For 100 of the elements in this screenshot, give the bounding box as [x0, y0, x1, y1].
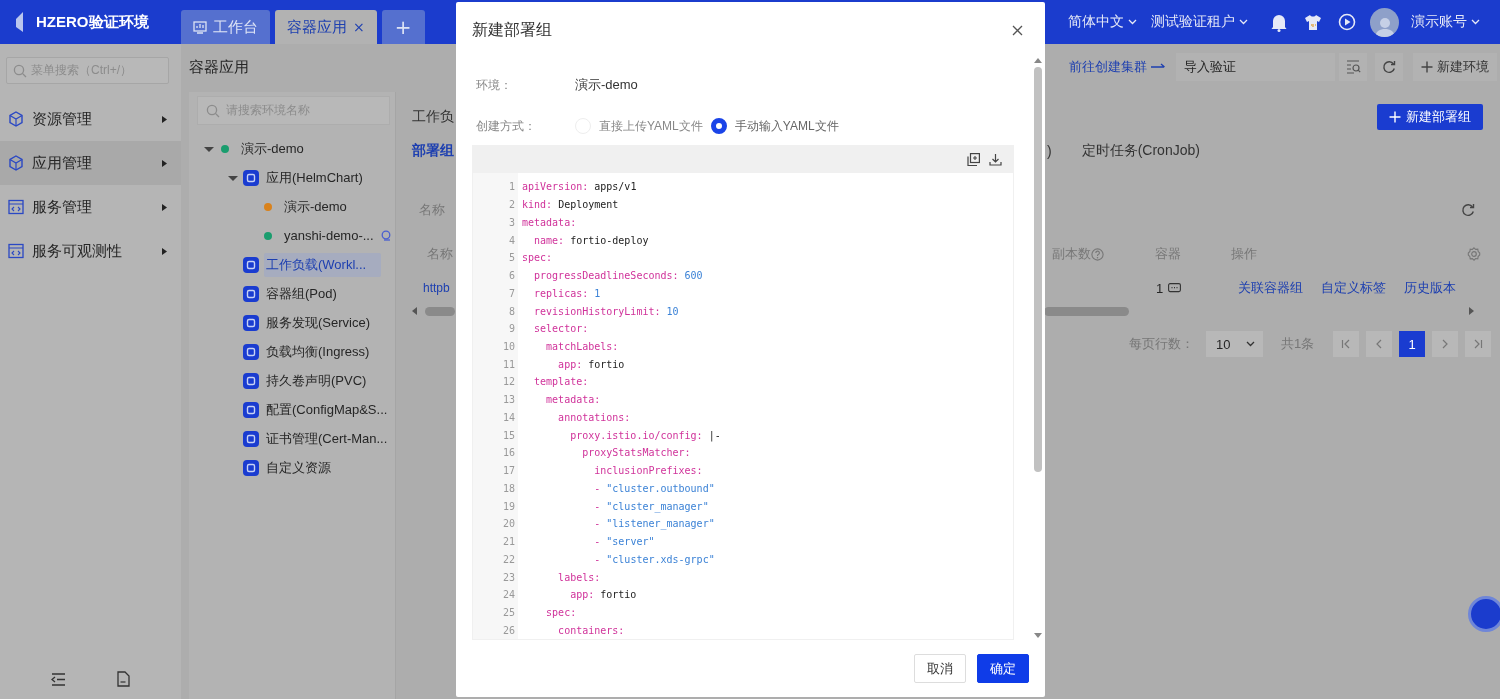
menu-item[interactable]: 应用管理: [0, 141, 181, 185]
tree-item[interactable]: 负载均衡(Ingress): [264, 339, 372, 364]
bell-icon[interactable]: [1270, 12, 1288, 32]
action-link[interactable]: 历史版本: [1404, 279, 1457, 297]
header-tab[interactable]: +: [381, 10, 425, 44]
line-number: 10: [501, 340, 515, 352]
shirt-icon[interactable]: [1304, 13, 1322, 31]
line-number: 26: [501, 624, 515, 636]
tenant-select[interactable]: 测试验证租户: [1151, 13, 1248, 31]
collapse-menu-icon[interactable]: [50, 672, 66, 686]
radio-option[interactable]: 直接上传YAML文件: [575, 117, 703, 135]
code-line: annotations:: [557, 411, 631, 423]
code-line: app: fortio: [569, 589, 637, 601]
tree-item[interactable]: 工作负载(Workl...: [264, 252, 382, 277]
tree-item[interactable]: 容器组(Pod): [264, 281, 339, 306]
resource-icon: [243, 343, 259, 360]
search-list-icon: [1345, 60, 1361, 74]
code-line: revisionHistoryLimit: 10: [533, 305, 679, 317]
cube-icon: [8, 155, 24, 171]
copy-icon[interactable]: [967, 153, 980, 166]
document-icon[interactable]: [117, 671, 131, 687]
field-label: 环境：: [475, 76, 513, 94]
tree-item[interactable]: 应用(HelmChart): [264, 165, 365, 190]
help-icon: [1091, 247, 1104, 261]
scrollbar-thumb[interactable]: [1034, 67, 1042, 472]
refresh-icon[interactable]: [1461, 203, 1475, 217]
action-link[interactable]: 自定义标签: [1321, 279, 1387, 297]
scrollbar-thumb[interactable]: [1044, 306, 1129, 316]
line-number: 20: [501, 518, 515, 530]
plus-icon: [1421, 61, 1433, 73]
scrollbar-thumb[interactable]: [425, 306, 455, 316]
last-page-icon: [1473, 339, 1484, 349]
name-link[interactable]: httpb: [423, 281, 450, 295]
tree-item[interactable]: 演示-demo: [282, 194, 349, 219]
action-link[interactable]: 关联容器组: [1238, 279, 1304, 297]
floating-help-button[interactable]: [1468, 596, 1500, 632]
line-number: 16: [501, 447, 515, 459]
create-cluster-link[interactable]: 前往创建集群: [1069, 58, 1166, 76]
line-number: 25: [501, 607, 515, 618]
workload-tab[interactable]: 部署组: [412, 142, 454, 160]
expand-arrow-icon: [162, 115, 167, 123]
radio-option[interactable]: 手动输入YAML文件: [710, 117, 839, 135]
workload-tab[interactable]: ): [1047, 143, 1052, 159]
resource-icon: [243, 256, 259, 273]
code-line: apiVersion: apps/v1: [522, 181, 637, 193]
tree-item[interactable]: 自定义资源: [264, 455, 333, 480]
header-tab[interactable]: 容器应用 ×: [275, 10, 377, 44]
language-select[interactable]: 简体中文: [1068, 13, 1137, 31]
code-line: - "cluster_manager": [593, 500, 709, 512]
header-tab[interactable]: 工作台: [181, 10, 270, 44]
tree-item[interactable]: yanshi-demo-...: [282, 225, 376, 246]
tree-item[interactable]: 配置(ConfigMap&S...: [264, 397, 390, 422]
line-number: 7: [507, 287, 515, 299]
search-icon: [13, 63, 27, 78]
cancel-button[interactable]: 取消: [914, 654, 966, 683]
app-title: HZERO验证环境: [36, 12, 149, 32]
line-number: 13: [501, 394, 515, 406]
line-number: 5: [507, 252, 515, 264]
menu-item[interactable]: 服务管理: [0, 185, 181, 229]
monitor-icon: [193, 20, 207, 34]
close-icon[interactable]: ×: [353, 19, 365, 35]
line-number: 19: [501, 500, 515, 512]
close-icon: [1012, 24, 1023, 36]
line-number: 22: [501, 553, 515, 565]
user-menu[interactable]: 演示账号: [1411, 13, 1480, 31]
code-line: inclusionPrefixes:: [593, 465, 703, 477]
workload-tab[interactable]: 定时任务(CronJob): [1081, 142, 1200, 160]
menu-item[interactable]: 资源管理: [0, 97, 181, 141]
confirm-button[interactable]: 确定: [977, 654, 1029, 683]
code-line: metadata:: [522, 216, 577, 228]
play-icon[interactable]: [1338, 13, 1356, 31]
tree-item[interactable]: 演示-demo: [239, 136, 306, 161]
avatar[interactable]: [1370, 7, 1399, 37]
line-number: 17: [501, 465, 515, 477]
refresh-button[interactable]: [1375, 53, 1403, 81]
resource-icon: [243, 459, 259, 476]
tree-item[interactable]: 证书管理(Cert-Man...: [264, 426, 390, 451]
page-button[interactable]: 1: [1399, 331, 1426, 357]
search-icon: [206, 103, 220, 118]
resource-icon: [243, 169, 259, 186]
right-arrow-icon: [1151, 63, 1166, 71]
code-line: replicas: 1: [533, 287, 601, 299]
import-field[interactable]: 导入验证: [1176, 53, 1335, 81]
tree-item[interactable]: 持久卷声明(PVC): [264, 368, 369, 393]
tree-item[interactable]: 服务发现(Service): [264, 310, 372, 335]
code-line: progressDeadlineSeconds: 600: [533, 270, 703, 282]
cube-icon: [8, 111, 24, 127]
menu-item[interactable]: 服务可观测性: [0, 229, 181, 273]
new-environment-button[interactable]: 新建环境: [1413, 53, 1497, 81]
new-deployment-button[interactable]: 新建部署组: [1377, 104, 1483, 130]
code-line: kind: Deployment: [522, 199, 619, 211]
download-icon[interactable]: [989, 153, 1002, 166]
expand-arrow-icon: [162, 247, 167, 255]
scroll-left-icon: [412, 307, 417, 315]
expand-arrow-icon: [162, 203, 167, 211]
page-size-select[interactable]: 10: [1206, 331, 1263, 357]
code-line: labels:: [557, 571, 601, 583]
code-line: - "cluster.xds-grpc": [593, 553, 715, 565]
page-title: 容器应用: [189, 57, 249, 77]
code-window-icon: [8, 199, 24, 215]
